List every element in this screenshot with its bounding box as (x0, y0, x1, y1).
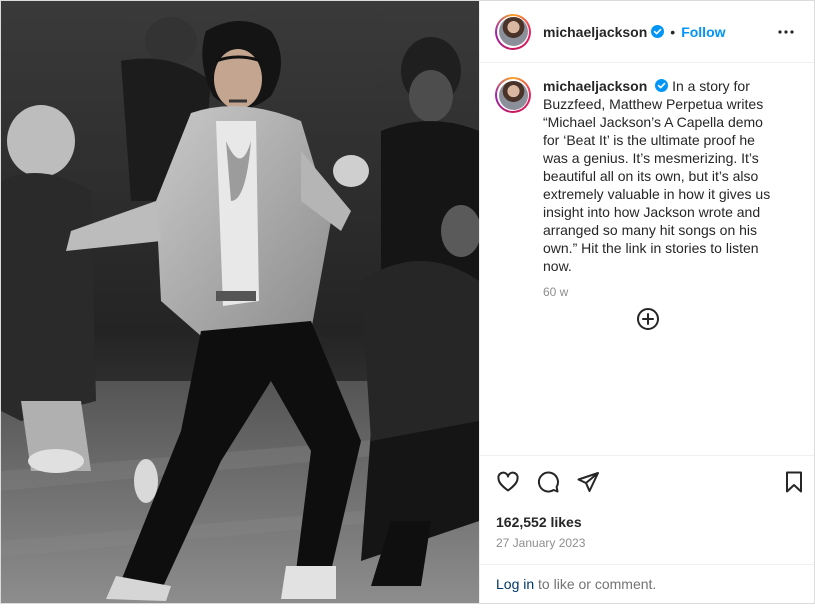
login-prompt-text: to like or comment. (534, 576, 657, 592)
avatar[interactable] (495, 13, 531, 50)
caption-text: michaeljackson In a story for Buzzfeed, … (543, 77, 779, 275)
avatar-image (498, 17, 528, 46)
post-date: 27 January 2023 (496, 536, 586, 550)
post-header: michaeljackson • Follow (480, 1, 814, 63)
action-bar (480, 455, 814, 508)
more-options-icon[interactable] (774, 20, 798, 44)
caption-username[interactable]: michaeljackson (543, 78, 647, 94)
caption-body: In a story for Buzzfeed, Matthew Perpetu… (543, 78, 771, 274)
header-username[interactable]: michaeljackson (543, 24, 647, 40)
caption: michaeljackson In a story for Buzzfeed, … (495, 77, 798, 275)
post-photo[interactable] (1, 1, 479, 603)
verified-badge-icon (651, 25, 665, 38)
follow-button[interactable]: Follow (681, 24, 725, 40)
share-icon[interactable] (576, 470, 600, 494)
likes-count[interactable]: 162,552 likes (480, 514, 814, 530)
time-ago: 60 w (543, 285, 569, 299)
post-sidebar: michaeljackson • Follow michaeljackson I… (479, 1, 814, 603)
bookmark-icon[interactable] (782, 470, 806, 494)
login-link[interactable]: Log in (496, 576, 534, 592)
verified-badge-icon (655, 79, 669, 92)
avatar-image (498, 80, 528, 110)
separator-dot: • (670, 23, 676, 40)
plus-circle-icon[interactable] (636, 307, 660, 331)
post-photo-image (1, 1, 479, 603)
comments-area: michaeljackson In a story for Buzzfeed, … (480, 63, 814, 455)
comment-icon[interactable] (536, 470, 560, 494)
instagram-post: michaeljackson • Follow michaeljackson I… (0, 0, 815, 604)
heart-icon[interactable] (496, 470, 520, 494)
caption-avatar[interactable] (495, 77, 531, 113)
login-prompt: Log in to like or comment. (480, 564, 814, 603)
